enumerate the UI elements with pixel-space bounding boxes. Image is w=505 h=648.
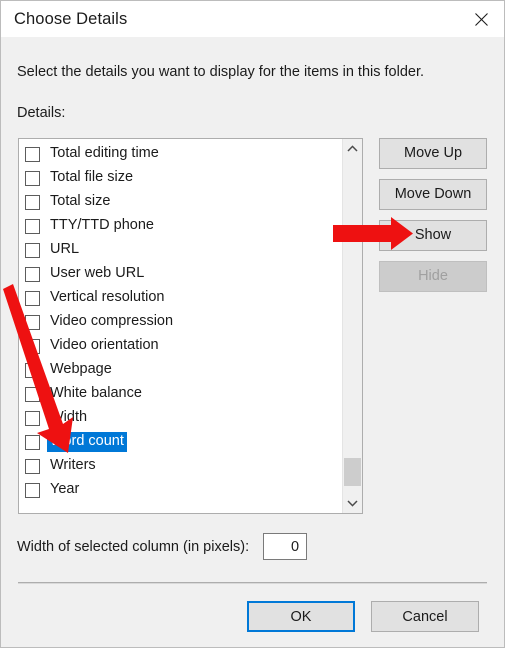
- list-item[interactable]: TTY/TTD phone: [19, 214, 337, 238]
- cancel-button[interactable]: Cancel: [371, 601, 479, 632]
- list-item-label: Total size: [50, 193, 111, 210]
- checkbox-icon[interactable]: [25, 482, 40, 498]
- close-button[interactable]: [458, 1, 504, 37]
- details-listbox[interactable]: Total editing time Total file size Total s…: [18, 138, 363, 514]
- checkbox-icon[interactable]: [25, 338, 40, 354]
- checkbox-icon[interactable]: [25, 242, 40, 258]
- details-label: Details:: [17, 105, 66, 121]
- list-item-label: Webpage: [50, 361, 112, 378]
- list-item-label: URL: [50, 241, 80, 258]
- move-down-button[interactable]: Move Down: [379, 179, 487, 210]
- list-item[interactable]: White balance: [19, 382, 337, 406]
- list-item-label: Total editing time: [50, 145, 159, 162]
- list-action-buttons: Move Up Move Down Show Hide: [379, 138, 487, 292]
- description-text: Select the details you want to display f…: [17, 64, 425, 80]
- checkbox-icon[interactable]: [25, 314, 40, 330]
- ok-button[interactable]: OK: [247, 601, 355, 632]
- list-item-label: Vertical resolution: [50, 289, 165, 306]
- list-item-label: Word count: [47, 432, 127, 452]
- list-item[interactable]: User web URL: [19, 262, 337, 286]
- list-item[interactable]: Word count: [19, 430, 337, 454]
- list-item[interactable]: Year: [19, 478, 337, 502]
- checkbox-icon[interactable]: [25, 386, 40, 402]
- scrollbar-thumb[interactable]: [344, 458, 361, 486]
- list-item-label: Video orientation: [50, 337, 159, 354]
- chevron-down-icon: [347, 500, 358, 507]
- dialog-body: Select the details you want to display f…: [1, 37, 504, 647]
- list-item-label: Total file size: [50, 169, 134, 186]
- list-item[interactable]: Vertical resolution: [19, 286, 337, 310]
- checkbox-icon[interactable]: [25, 434, 40, 450]
- checkbox-icon[interactable]: [25, 290, 40, 306]
- list-item[interactable]: URL: [19, 238, 337, 262]
- column-width-input[interactable]: [263, 533, 308, 560]
- checkbox-icon[interactable]: [25, 194, 40, 210]
- footer-separator: [18, 582, 487, 584]
- close-icon: [474, 12, 488, 26]
- scroll-up-button[interactable]: [343, 139, 362, 158]
- list-item-label: TTY/TTD phone: [50, 217, 154, 234]
- list-item-label: Writers: [50, 457, 96, 474]
- details-list: Total editing time Total file size Total s…: [19, 142, 337, 502]
- list-item-label: Video compression: [50, 313, 174, 330]
- checkbox-icon[interactable]: [25, 266, 40, 282]
- checkbox-icon[interactable]: [25, 362, 40, 378]
- dialog-footer: OK Cancel: [1, 599, 504, 647]
- list-item-label: Width: [50, 409, 88, 426]
- hide-button: Hide: [379, 261, 487, 292]
- list-item[interactable]: Total file size: [19, 166, 337, 190]
- list-item-label: Year: [50, 481, 80, 498]
- checkbox-icon[interactable]: [25, 458, 40, 474]
- list-item[interactable]: Writers: [19, 454, 337, 478]
- title-bar: Choose Details: [1, 1, 504, 37]
- column-width-row: Width of selected column (in pixels):: [17, 533, 487, 560]
- show-button[interactable]: Show: [379, 220, 487, 251]
- list-item[interactable]: Video compression: [19, 310, 337, 334]
- checkbox-icon[interactable]: [25, 218, 40, 234]
- move-up-button[interactable]: Move Up: [379, 138, 487, 169]
- list-item[interactable]: Video orientation: [19, 334, 337, 358]
- chevron-up-icon: [347, 145, 358, 152]
- list-item[interactable]: Width: [19, 406, 337, 430]
- window-title: Choose Details: [14, 9, 128, 28]
- list-item[interactable]: Webpage: [19, 358, 337, 382]
- checkbox-icon[interactable]: [25, 170, 40, 186]
- checkbox-icon[interactable]: [25, 146, 40, 162]
- list-item[interactable]: Total size: [19, 190, 337, 214]
- list-item[interactable]: Total editing time: [19, 142, 337, 166]
- list-item-label: White balance: [50, 385, 142, 402]
- checkbox-icon[interactable]: [25, 410, 40, 426]
- column-width-label: Width of selected column (in pixels):: [17, 538, 250, 555]
- list-item-label: User web URL: [50, 265, 145, 282]
- listbox-scrollbar[interactable]: [342, 139, 362, 513]
- scroll-down-button[interactable]: [343, 494, 362, 513]
- choose-details-dialog: Choose Details Select the details you wa…: [0, 0, 505, 648]
- scrollbar-track[interactable]: [343, 158, 362, 494]
